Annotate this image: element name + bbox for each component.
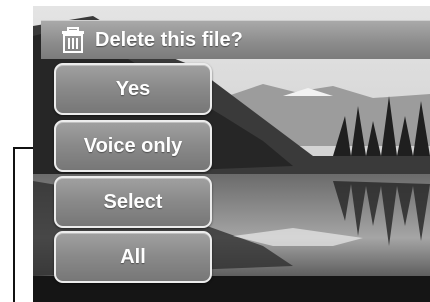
trash-icon bbox=[55, 24, 91, 56]
select-button[interactable]: Select bbox=[54, 176, 212, 228]
dialog-title-bar: Delete this file? bbox=[41, 20, 430, 59]
all-button[interactable]: All bbox=[54, 231, 212, 283]
callout-leader-tick bbox=[13, 147, 35, 149]
callout-leader-line bbox=[13, 147, 15, 302]
voice-only-button[interactable]: Voice only bbox=[54, 120, 212, 172]
yes-button[interactable]: Yes bbox=[54, 63, 212, 115]
dialog-title: Delete this file? bbox=[95, 28, 243, 51]
